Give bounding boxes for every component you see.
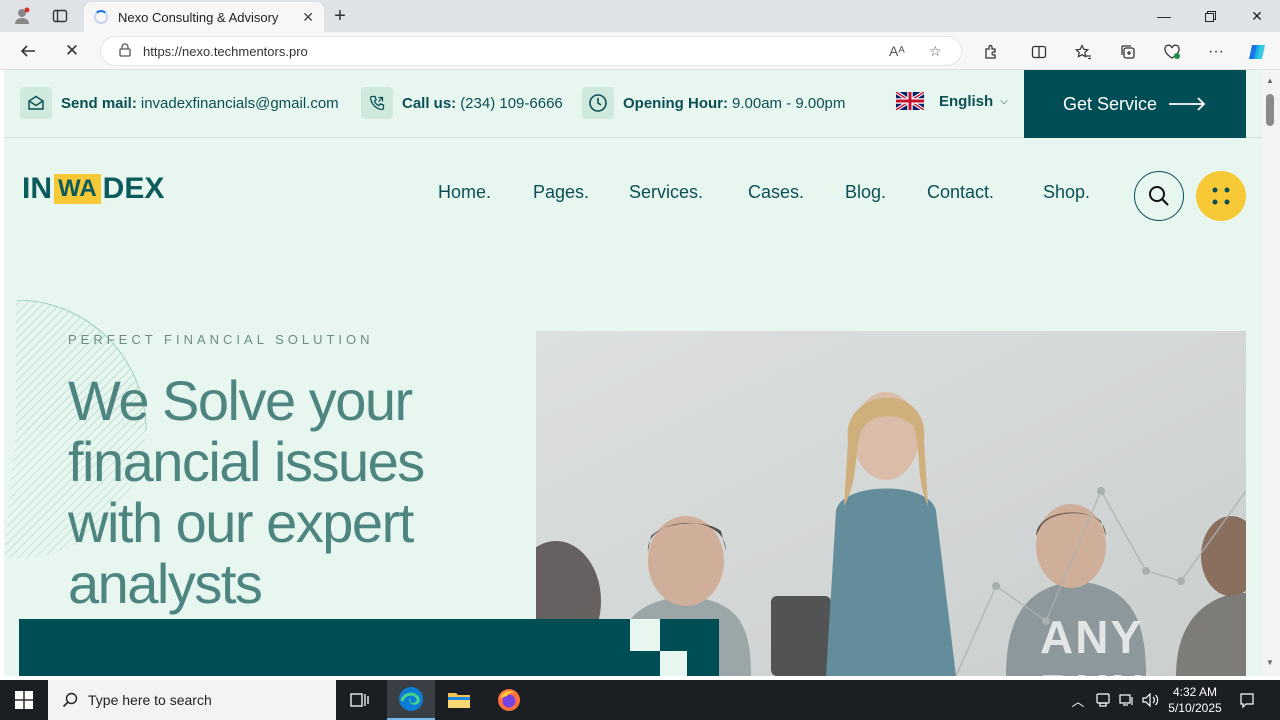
- contact-mail[interactable]: Send mail: invadexfinancials@gmail.com: [20, 86, 339, 120]
- get-service-button[interactable]: Get Service: [1024, 70, 1246, 138]
- block-notch-top: [630, 619, 660, 651]
- volume-icon[interactable]: [1140, 680, 1162, 720]
- system-clock[interactable]: 4:32 AM 5/10/2025: [1160, 684, 1230, 716]
- page-top-bar: Send mail: invadexfinancials@gmail.com C…: [4, 70, 1262, 138]
- phone-icon: [361, 87, 393, 119]
- chevron-down-icon[interactable]: ⌵: [1000, 96, 1008, 107]
- clock-icon: [582, 87, 614, 119]
- copilot-icon[interactable]: [1247, 42, 1267, 62]
- anyrun-watermark: ANY RUN: [1040, 611, 1144, 676]
- close-tab-icon[interactable]: ✕: [302, 9, 314, 26]
- search-icon: [62, 692, 78, 708]
- split-screen-icon[interactable]: [1029, 42, 1049, 62]
- show-hidden-icons[interactable]: ︿: [1068, 680, 1088, 720]
- opening-hours: Opening Hour: 9.00am - 9.00pm: [582, 86, 845, 120]
- mail-icon: [20, 87, 52, 119]
- offcanvas-menu-button[interactable]: [1196, 171, 1246, 221]
- task-view-icon[interactable]: [336, 680, 384, 720]
- arrow-right-icon: [1169, 97, 1206, 111]
- tab-title: Nexo Consulting & Advisory: [118, 9, 279, 25]
- language-selector[interactable]: English ⌵: [896, 92, 1008, 110]
- notifications-icon[interactable]: [1236, 680, 1258, 720]
- read-aloud-icon[interactable]: Aᴬ: [889, 43, 905, 59]
- hours-label: Opening Hour:: [623, 94, 728, 112]
- more-options-icon[interactable]: ···: [1206, 42, 1226, 62]
- get-service-label[interactable]: Get Service: [1063, 94, 1157, 115]
- scroll-down-icon[interactable]: ▼: [1266, 658, 1274, 667]
- nav-cases[interactable]: Cases.: [748, 182, 804, 203]
- scrollbar-thumb[interactable]: [1266, 94, 1274, 126]
- close-window-button[interactable]: ✕: [1234, 0, 1280, 32]
- grid-dots-icon: [1212, 187, 1230, 205]
- call-value[interactable]: (234) 109-6666: [460, 95, 563, 112]
- nav-blog[interactable]: Blog.: [845, 182, 886, 203]
- call-label: Call us:: [402, 94, 457, 112]
- extensions-icon[interactable]: [981, 42, 1001, 62]
- collections-icon[interactable]: [1118, 42, 1138, 62]
- block-notch-bottom: [660, 651, 687, 676]
- logo-mark: WA: [54, 174, 101, 204]
- edge-taskbar-icon[interactable]: [387, 680, 435, 720]
- clock-time: 4:32 AM: [1172, 685, 1218, 699]
- address-bar[interactable]: https://nexo.techmentors.pro Aᴬ ☆: [100, 36, 962, 66]
- network-icon[interactable]: [1116, 680, 1138, 720]
- nav-pages[interactable]: Pages.: [533, 182, 589, 203]
- mail-label: Send mail:: [61, 94, 137, 112]
- hero-title: We Solve your financial issues with our …: [68, 369, 425, 615]
- browser-tab-active[interactable]: Nexo Consulting & Advisory ✕: [84, 2, 324, 32]
- browser-essentials-icon[interactable]: [1162, 42, 1182, 62]
- lock-icon[interactable]: [119, 42, 131, 60]
- stop-loading-icon[interactable]: ✕: [62, 41, 82, 61]
- scroll-up-icon[interactable]: ▲: [1266, 76, 1274, 85]
- hero-bottom-block: [19, 619, 719, 676]
- clock-date: 5/10/2025: [1168, 701, 1222, 715]
- profile-icon[interactable]: [12, 6, 32, 26]
- hero-subtitle: PERFECT FINANCIAL SOLUTION: [68, 332, 374, 347]
- tab-actions-icon[interactable]: [50, 6, 70, 26]
- search-button[interactable]: [1134, 171, 1184, 221]
- hours-value: 9.00am - 9.00pm: [732, 94, 846, 112]
- logo-text-left: IN: [22, 172, 52, 205]
- nav-services[interactable]: Services.: [629, 182, 703, 203]
- windows-taskbar: Type here to search ︿ 4:32 AM 5/10/2025: [0, 680, 1280, 720]
- new-tab-icon[interactable]: +: [330, 5, 350, 27]
- restore-button[interactable]: [1187, 0, 1233, 32]
- mail-value[interactable]: invadexfinancials@gmail.com: [141, 95, 339, 112]
- uk-flag-icon: [896, 92, 924, 110]
- web-page: Send mail: invadexfinancials@gmail.com C…: [4, 70, 1262, 676]
- favorite-star-icon[interactable]: ☆: [929, 43, 942, 60]
- meet-now-icon[interactable]: [1092, 680, 1114, 720]
- contact-phone[interactable]: Call us: (234) 109-6666: [361, 86, 563, 120]
- language-label[interactable]: English: [939, 93, 993, 110]
- loading-spinner-icon: [94, 10, 108, 24]
- url-text[interactable]: https://nexo.techmentors.pro: [143, 44, 308, 59]
- minimize-button[interactable]: —: [1141, 0, 1187, 32]
- favorites-icon[interactable]: [1073, 42, 1093, 62]
- windows-logo-icon: [15, 691, 33, 709]
- site-logo[interactable]: IN WA DEX: [22, 172, 165, 205]
- search-icon: [1149, 186, 1169, 206]
- nav-shop[interactable]: Shop.: [1043, 182, 1090, 203]
- back-arrow-icon[interactable]: [18, 41, 38, 61]
- nav-home[interactable]: Home.: [438, 182, 491, 203]
- firefox-icon[interactable]: [485, 680, 533, 720]
- start-button[interactable]: [0, 680, 48, 720]
- browser-tab-bar: Nexo Consulting & Advisory ✕ + — ✕: [0, 0, 1280, 32]
- page-scrollbar[interactable]: ▲ ▼: [1262, 70, 1280, 676]
- nav-contact[interactable]: Contact.: [927, 182, 994, 203]
- address-toolbar: ✕ https://nexo.techmentors.pro Aᴬ ☆ ···: [0, 32, 1280, 70]
- file-explorer-icon[interactable]: [435, 680, 483, 720]
- taskbar-search[interactable]: Type here to search: [48, 680, 336, 720]
- taskbar-search-placeholder[interactable]: Type here to search: [88, 692, 212, 708]
- logo-text-right: DEX: [102, 172, 165, 205]
